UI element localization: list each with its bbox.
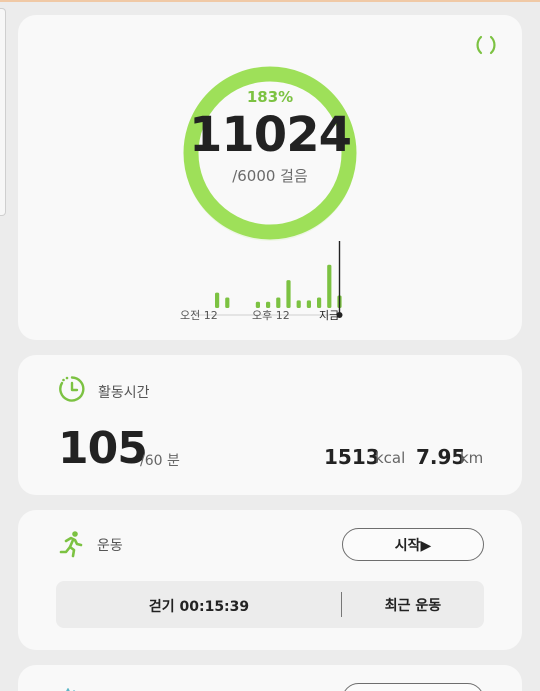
clock-icon (59, 376, 85, 402)
steps-count: 11024 (189, 107, 352, 163)
hourly-step-bar (306, 300, 311, 308)
exercise-card[interactable]: 운동 시작▶ 걷기 00:15:39 최근 운동 (18, 510, 522, 650)
goal-percent: 183% (246, 88, 294, 106)
active-time-card[interactable]: 활동시간 105 /60 분 1513 kcal 7.95 km (18, 355, 522, 495)
active-minutes: 105 (58, 423, 148, 474)
exercise-summary-panel: 걷기 00:15:39 최근 운동 (56, 581, 484, 628)
steps-goal: /6000 걸음 (232, 167, 308, 185)
hourly-step-bar (225, 297, 230, 308)
hourly-step-bar (286, 280, 291, 308)
next-card-button[interactable] (342, 683, 484, 691)
last-workout-summary[interactable]: 걷기 00:15:39 (56, 596, 342, 616)
axis-label-now: 지금 (319, 309, 340, 322)
activity-icon (66, 688, 76, 691)
distance-value: 7.95 (416, 445, 466, 469)
status-strip (0, 0, 540, 2)
sync-icon[interactable] (472, 31, 500, 59)
exercise-title: 운동 (97, 538, 123, 554)
calories-value: 1513 (324, 445, 380, 469)
side-drawer-handle[interactable] (0, 8, 6, 216)
active-time-title: 활동시간 (98, 385, 150, 401)
active-minutes-goal: /60 분 (140, 453, 180, 469)
hourly-step-bar (327, 264, 332, 308)
running-person-icon (59, 531, 83, 558)
hourly-step-bar (296, 300, 301, 308)
recent-exercise-button[interactable]: 최근 운동 (342, 581, 484, 628)
next-card[interactable] (18, 665, 522, 691)
start-exercise-button[interactable]: 시작▶ (342, 528, 484, 561)
steps-card[interactable]: 183% 11024 /6000 걸음 오전 12 오후 12 지금 (18, 15, 522, 340)
axis-label-noon: 오후 12 (252, 309, 290, 322)
hourly-step-bar (215, 292, 220, 308)
calories-unit: kcal (375, 449, 406, 467)
distance-unit: km (460, 449, 484, 467)
axis-label-midnight: 오전 12 (180, 309, 218, 322)
